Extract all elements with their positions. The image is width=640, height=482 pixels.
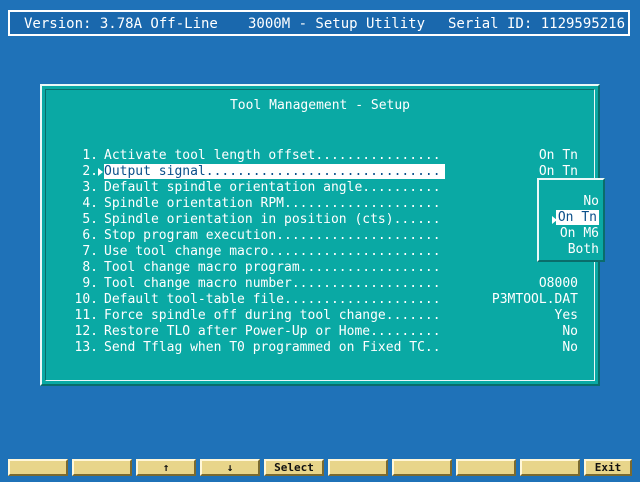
- dropdown-option-on-m6[interactable]: On M6: [560, 226, 599, 241]
- row-value: On Tn: [538, 148, 578, 163]
- row-label: Tool change macro number................…: [104, 276, 441, 291]
- row-number: 11.: [74, 308, 98, 323]
- dialog-title: Tool Management - Setup: [229, 98, 410, 113]
- settings-row[interactable]: 3. Default spindle orientation angle.....…: [42, 180, 598, 196]
- f2-key[interactable]: [72, 459, 132, 476]
- row-number: 1.: [82, 148, 98, 163]
- row-number: 6.: [82, 228, 98, 243]
- row-label: Force spindle off during tool change....…: [104, 308, 441, 323]
- row-value: No: [562, 340, 578, 355]
- exit-key[interactable]: Exit: [584, 459, 632, 476]
- settings-row[interactable]: 8. Tool change macro program.............…: [42, 260, 598, 276]
- row-number: 5.: [82, 212, 98, 227]
- row-number: 3.: [82, 180, 98, 195]
- settings-row[interactable]: 6. Stop program execution................…: [42, 228, 598, 244]
- serial-id: Serial ID: 1129595216: [448, 16, 626, 32]
- row-label: Output signal...........................…: [104, 164, 445, 179]
- dropdown-option-no[interactable]: No: [583, 194, 599, 209]
- row-value: Yes: [554, 308, 578, 323]
- f9-key[interactable]: [520, 459, 580, 476]
- up-arrow-key[interactable]: ↑: [136, 459, 196, 476]
- status-bar: Version: 3.78A Off-Line 3000M - Setup Ut…: [8, 10, 630, 36]
- version-text: Version: 3.78A Off-Line: [24, 16, 218, 32]
- tool-management-dialog: Tool Management - Setup 1. Activate tool …: [40, 84, 600, 386]
- row-value: P3MTOOL.DAT: [491, 292, 578, 307]
- row-value: No: [562, 324, 578, 339]
- row-number: 2.: [82, 164, 98, 179]
- settings-row[interactable]: 7. Use tool change macro.................…: [42, 244, 598, 260]
- output-signal-dropdown[interactable]: No On Tn On M6 Both: [537, 178, 605, 262]
- row-number: 13.: [74, 340, 98, 355]
- row-label: Restore TLO after Power-Up or Home......…: [104, 324, 441, 339]
- dropdown-option-on-tn[interactable]: On Tn: [555, 210, 599, 225]
- row-label: Activate tool length offset.............…: [104, 148, 441, 163]
- f1-key[interactable]: [8, 459, 68, 476]
- settings-row[interactable]: 1. Activate tool length offset...........…: [42, 148, 598, 164]
- row-label: Spindle orientation in position (cts)...…: [104, 212, 441, 227]
- select-key[interactable]: Select: [264, 459, 324, 476]
- row-value: O8000: [538, 276, 578, 291]
- settings-row[interactable]: 5. Spindle orientation in position (cts).…: [42, 212, 598, 228]
- app-title: 3000M - Setup Utility: [248, 16, 426, 32]
- row-value: On Tn: [538, 164, 578, 179]
- settings-row[interactable]: 13. Send Tflag when T0 programmed on Fixe…: [42, 340, 598, 356]
- settings-row[interactable]: 2. Output signal.........................…: [42, 164, 598, 180]
- row-label: Tool change macro program...............…: [104, 260, 441, 275]
- row-label: Spindle orientation RPM.................…: [104, 196, 441, 211]
- dropdown-option-both[interactable]: Both: [568, 242, 599, 257]
- f6-key[interactable]: [328, 459, 388, 476]
- row-number: 8.: [82, 260, 98, 275]
- row-label: Use tool change macro...................…: [104, 244, 441, 259]
- row-label: Default spindle orientation angle.......…: [104, 180, 441, 195]
- row-label: Send Tflag when T0 programmed on Fixed T…: [104, 340, 441, 355]
- settings-row[interactable]: 10. Default tool-table file..............…: [42, 292, 598, 308]
- f7-key[interactable]: [392, 459, 452, 476]
- row-number: 10.: [74, 292, 98, 307]
- settings-row[interactable]: 9. Tool change macro number..............…: [42, 276, 598, 292]
- settings-row[interactable]: 11. Force spindle off during tool change.…: [42, 308, 598, 324]
- settings-row[interactable]: 12. Restore TLO after Power-Up or Home...…: [42, 324, 598, 340]
- row-number: 9.: [82, 276, 98, 291]
- selection-caret-icon: [98, 168, 103, 176]
- row-number: 7.: [82, 244, 98, 259]
- settings-row[interactable]: 4. Spindle orientation RPM...............…: [42, 196, 598, 212]
- row-label: Default tool-table file.................…: [104, 292, 441, 307]
- f8-key[interactable]: [456, 459, 516, 476]
- row-label: Stop program execution..................…: [104, 228, 441, 243]
- row-number: 12.: [74, 324, 98, 339]
- row-number: 4.: [82, 196, 98, 211]
- down-arrow-key[interactable]: ↓: [200, 459, 260, 476]
